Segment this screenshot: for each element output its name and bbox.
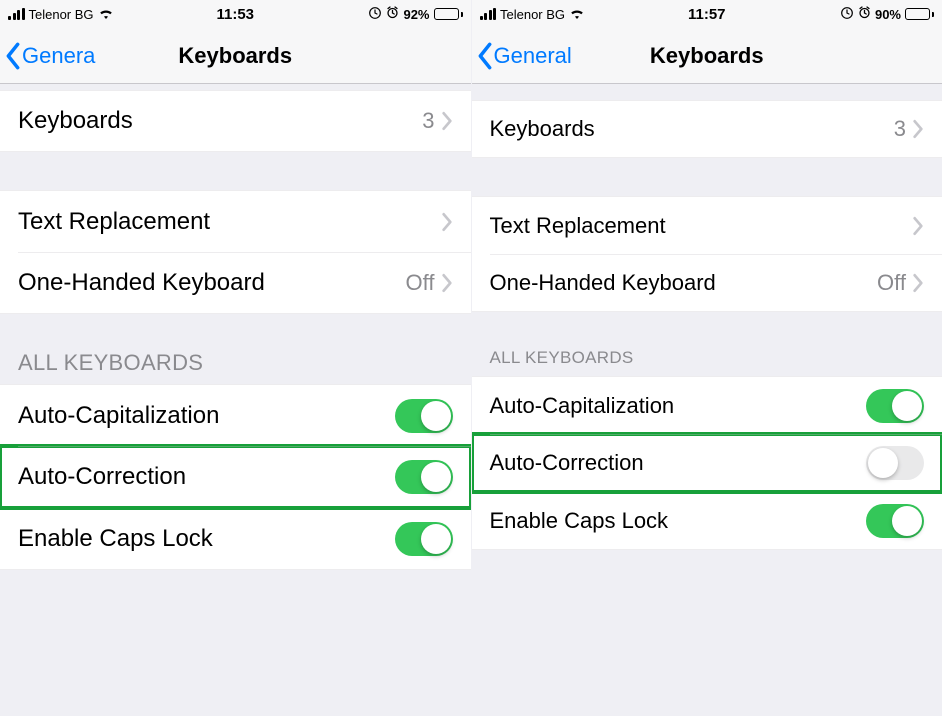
enable-caps-lock-row: Enable Caps Lock xyxy=(472,492,942,550)
status-time: 11:57 xyxy=(472,6,942,23)
auto-correction-label: Auto-Correction xyxy=(490,450,867,476)
section-header-all-keyboards: ALL KEYBOARDS xyxy=(472,312,942,376)
enable-caps-lock-label: Enable Caps Lock xyxy=(18,525,395,553)
enable-caps-lock-row: Enable Caps Lock xyxy=(0,508,471,570)
one-handed-value: Off xyxy=(406,270,435,296)
status-time: 11:53 xyxy=(0,6,471,23)
keyboards-count: 3 xyxy=(894,116,906,142)
back-label: General xyxy=(494,43,572,69)
settings-content[interactable]: Keyboards 3 Text Replacement One-Handed … xyxy=(0,84,471,716)
auto-correction-toggle[interactable] xyxy=(866,446,924,480)
auto-capitalization-toggle[interactable] xyxy=(866,389,924,423)
chevron-right-icon xyxy=(912,216,924,236)
chevron-right-icon xyxy=(441,212,453,232)
status-bar: Telenor BG 11:53 92% xyxy=(0,0,471,28)
chevron-right-icon xyxy=(912,119,924,139)
text-replacement-label: Text Replacement xyxy=(490,213,913,239)
nav-header: General Keyboards xyxy=(472,28,942,84)
back-label: Genera xyxy=(22,43,95,69)
auto-correction-row: Auto-Correction xyxy=(472,434,942,492)
chevron-right-icon xyxy=(441,111,453,131)
auto-capitalization-label: Auto-Capitalization xyxy=(490,393,867,419)
one-handed-label: One-Handed Keyboard xyxy=(18,269,406,297)
text-replacement-label: Text Replacement xyxy=(18,208,441,236)
auto-capitalization-label: Auto-Capitalization xyxy=(18,402,395,430)
one-handed-row[interactable]: One-Handed Keyboard Off xyxy=(472,254,942,312)
auto-capitalization-row: Auto-Capitalization xyxy=(0,384,471,446)
one-handed-label: One-Handed Keyboard xyxy=(490,270,878,296)
auto-correction-row: Auto-Correction xyxy=(0,446,471,508)
back-button[interactable]: General xyxy=(472,42,572,70)
battery-icon xyxy=(434,8,463,20)
screenshot-right: Telenor BG 11:57 90% xyxy=(471,0,942,716)
chevron-right-icon xyxy=(912,273,924,293)
settings-content[interactable]: Keyboards 3 Text Replacement One-Handed … xyxy=(472,84,942,716)
status-bar: Telenor BG 11:57 90% xyxy=(472,0,942,28)
keyboards-label: Keyboards xyxy=(490,116,894,142)
nav-header: Genera Keyboards xyxy=(0,28,471,84)
enable-caps-lock-toggle[interactable] xyxy=(395,522,453,556)
keyboards-label: Keyboards xyxy=(18,107,422,135)
screenshot-left: Telenor BG 11:53 92% xyxy=(0,0,471,716)
chevron-right-icon xyxy=(441,273,453,293)
auto-capitalization-row: Auto-Capitalization xyxy=(472,376,942,434)
enable-caps-lock-label: Enable Caps Lock xyxy=(490,508,867,534)
back-button[interactable]: Genera xyxy=(0,42,95,70)
auto-correction-label: Auto-Correction xyxy=(18,463,395,491)
keyboards-row[interactable]: Keyboards 3 xyxy=(0,90,471,152)
text-replacement-row[interactable]: Text Replacement xyxy=(472,196,942,254)
battery-icon xyxy=(905,8,934,20)
one-handed-row[interactable]: One-Handed Keyboard Off xyxy=(0,252,471,314)
keyboards-count: 3 xyxy=(422,108,434,134)
keyboards-row[interactable]: Keyboards 3 xyxy=(472,100,942,158)
auto-capitalization-toggle[interactable] xyxy=(395,399,453,433)
text-replacement-row[interactable]: Text Replacement xyxy=(0,190,471,252)
section-header-all-keyboards: ALL KEYBOARDS xyxy=(0,314,471,384)
auto-correction-toggle[interactable] xyxy=(395,460,453,494)
one-handed-value: Off xyxy=(877,270,906,296)
enable-caps-lock-toggle[interactable] xyxy=(866,504,924,538)
